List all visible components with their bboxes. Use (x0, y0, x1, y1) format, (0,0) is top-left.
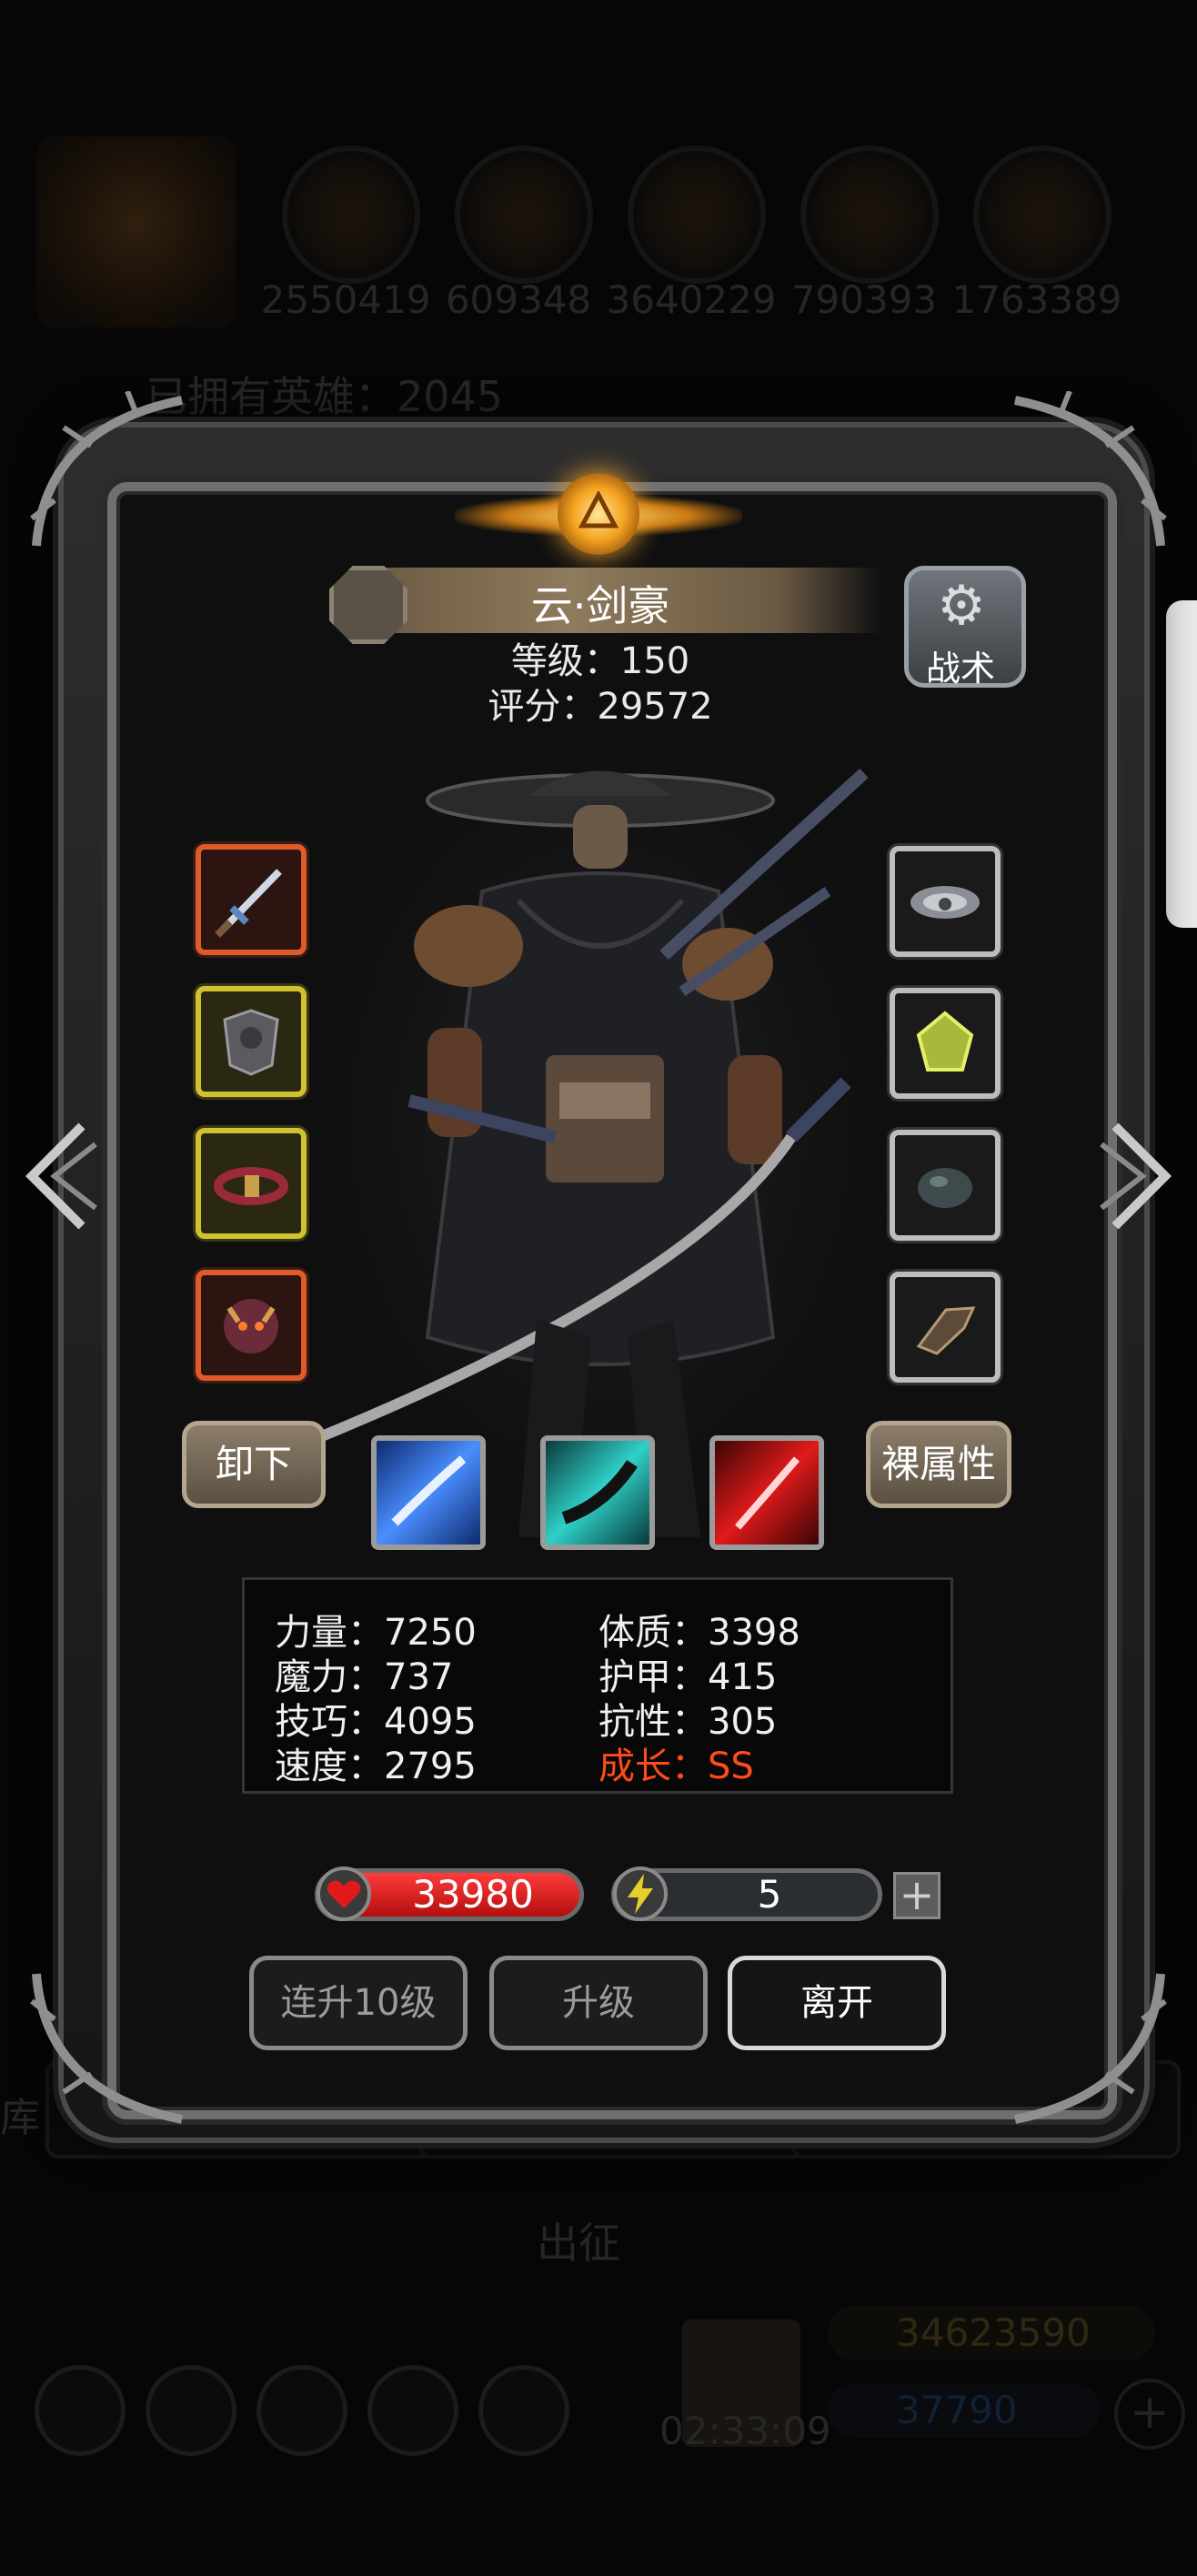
teal-slash-skill[interactable] (540, 1435, 655, 1550)
slash-icon (561, 1460, 638, 1524)
resource-count: 3640229 (606, 277, 777, 322)
equip-slot-armor[interactable] (196, 986, 307, 1097)
sword-icon (206, 855, 296, 944)
background-portrait (36, 136, 236, 327)
resource-icon (282, 146, 420, 284)
blue-slash-skill[interactable] (371, 1435, 486, 1550)
equip-slot-belt[interactable] (196, 1128, 307, 1239)
slash-icon (391, 1455, 467, 1526)
chest-timer: 02:33:09 (659, 2409, 831, 2453)
hp-value: 33980 (412, 1872, 534, 1917)
stat-speed: 速度：2795 (275, 1746, 477, 1787)
equip-slot-weapon[interactable] (196, 844, 307, 955)
cloud-ring-icon (900, 857, 990, 946)
lightning-icon (613, 1867, 668, 1921)
gear-icon: ⚙ (937, 574, 986, 638)
energy-value: 5 (757, 1872, 782, 1917)
corner-ornament-icon (1014, 1973, 1167, 2124)
tactics-label: 战术 (925, 649, 995, 689)
resource-icon (455, 146, 593, 284)
side-drawer-handle[interactable] (1166, 600, 1197, 928)
hero-score: 评分：29572 (488, 686, 713, 728)
previous-hero-arrow-icon[interactable] (18, 1117, 100, 1235)
corner-ornament-icon (30, 391, 183, 547)
bottom-nav-icon (146, 2365, 236, 2456)
level-up-button[interactable]: 升级 (489, 1956, 708, 2050)
bottom-nav-icon (478, 2365, 569, 2456)
hero-name: 云·剑豪 (530, 581, 670, 630)
resource-icon (628, 146, 766, 284)
gem-amount: 37790 (896, 2388, 1018, 2432)
resource-count: 609348 (445, 277, 592, 322)
next-hero-arrow-icon[interactable] (1097, 1117, 1179, 1235)
belt-icon (206, 1139, 296, 1228)
gauntlet-icon (900, 1283, 990, 1372)
chest-armor-icon (206, 997, 296, 1086)
stone-icon (900, 1141, 990, 1230)
depart-label: 出征 (537, 2219, 620, 2268)
resource-count: 2550419 (260, 277, 431, 322)
heart-icon (317, 1867, 371, 1921)
equip-slot-ring[interactable] (890, 846, 1001, 957)
bottom-nav-icon (367, 2365, 458, 2456)
gold-amount: 34623590 (896, 2310, 1091, 2355)
green-gem-icon (900, 999, 990, 1088)
slash-icon (734, 1456, 800, 1530)
red-slash-skill[interactable] (709, 1435, 824, 1550)
equip-slot-gem[interactable] (890, 988, 1001, 1099)
hero-count-line: 已拥有英雄：2045 (146, 372, 504, 421)
resource-count: 1763389 (951, 277, 1122, 322)
resource-icon (973, 146, 1112, 284)
demon-amulet-icon (206, 1281, 296, 1370)
crest-triangle-icon (578, 491, 619, 528)
add-gems-icon: + (1114, 2379, 1185, 2450)
resource-count: 790393 (790, 277, 938, 322)
leave-button[interactable]: 离开 (728, 1956, 946, 2050)
bottom-nav-icon (256, 2365, 347, 2456)
add-energy-button[interactable]: + (893, 1872, 940, 1919)
corner-ornament-icon (30, 1973, 183, 2124)
corner-ornament-icon (1014, 391, 1167, 547)
equip-slot-gauntlet[interactable] (890, 1272, 1001, 1383)
unequip-button[interactable]: 卸下 (182, 1421, 326, 1508)
bottom-nav-icon (35, 2365, 126, 2456)
resource-icon (800, 146, 939, 284)
bare-attributes-button[interactable]: 裸属性 (866, 1421, 1011, 1508)
equip-slot-stone[interactable] (890, 1130, 1001, 1241)
equip-slot-amulet[interactable] (196, 1270, 307, 1381)
level-up-10-button[interactable]: 连升10级 (249, 1956, 468, 2050)
stat-growth: 成长：SS (598, 1746, 754, 1787)
